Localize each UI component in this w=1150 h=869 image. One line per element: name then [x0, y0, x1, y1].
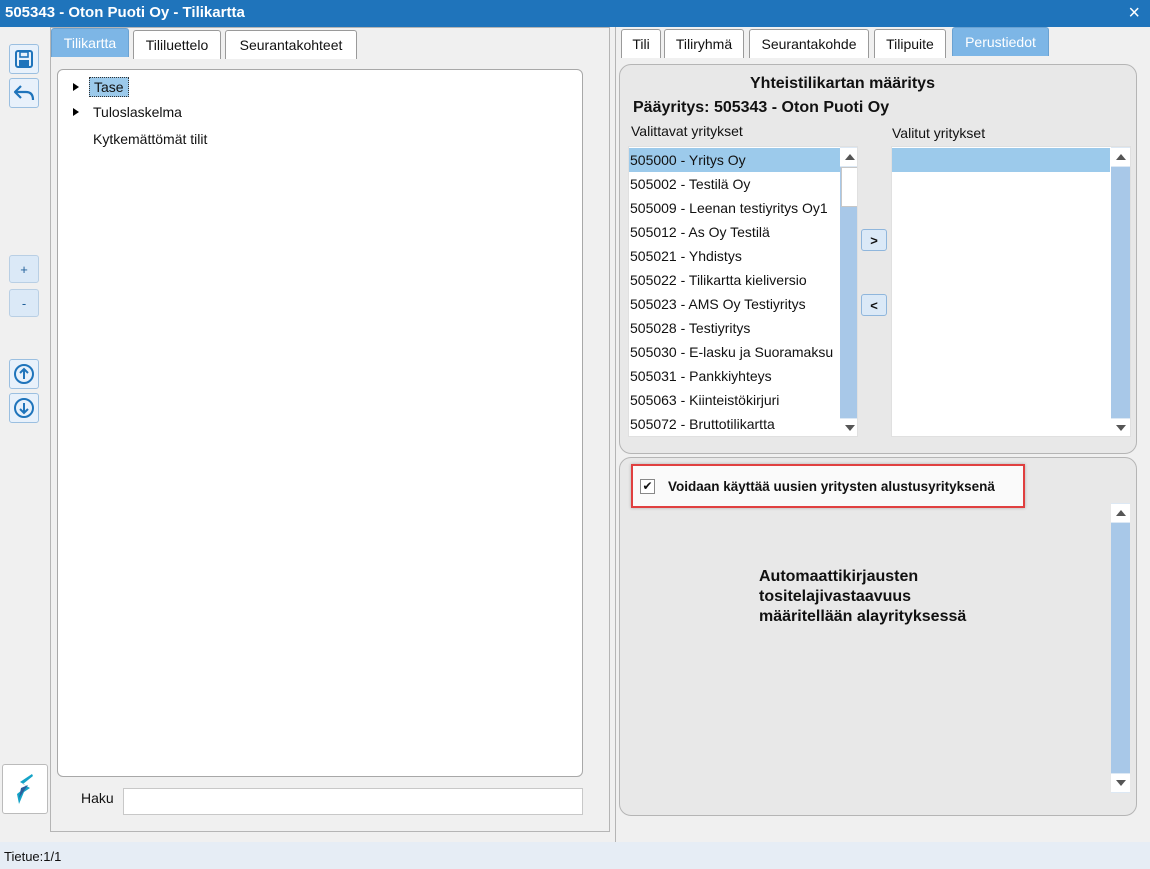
scroll-down-icon[interactable] — [840, 419, 857, 436]
account-tree-pane: Tilikartta Tililuettelo Seurantakohteet … — [50, 27, 610, 832]
settings-scrollbar[interactable] — [1111, 503, 1130, 793]
scroll-up-icon[interactable] — [1111, 148, 1130, 166]
init-company-checkbox[interactable]: ✔ — [640, 479, 655, 494]
collapse-button[interactable]: - — [9, 289, 39, 317]
scroll-down-icon[interactable] — [1111, 774, 1130, 792]
list-item[interactable] — [892, 148, 1110, 172]
available-list-scrollbar[interactable] — [840, 147, 857, 436]
arrow-up-circle-icon — [14, 364, 34, 384]
undo-button[interactable] — [9, 78, 39, 108]
init-company-checkbox-label: Voidaan käyttää uusien yritysten alustus… — [668, 479, 995, 494]
scroll-thumb[interactable] — [841, 167, 857, 207]
tab-tilikartta[interactable]: Tilikartta — [51, 28, 129, 57]
list-item[interactable]: 505030 - E-lasku ja Suoramaksu — [629, 340, 833, 364]
window-title: 505343 - Oton Puoti Oy - Tilikartta — [5, 4, 245, 21]
parent-company-label: Pääyritys: 505343 - Oton Puoti Oy — [633, 99, 890, 116]
tree-item-label: Kytkemättömät tilit — [93, 131, 208, 147]
available-companies-list[interactable]: 505000 - Yritys Oy 505002 - Testilä Oy 5… — [628, 146, 858, 437]
available-companies-label: Valittavat yritykset — [631, 123, 743, 139]
arrow-down-circle-icon — [14, 398, 34, 418]
tab-seurantakohde[interactable]: Seurantakohde — [749, 29, 869, 58]
list-item[interactable]: 505000 - Yritys Oy — [629, 148, 840, 172]
shared-chart-panel: Yhteistilikartan määritys Pääyritys: 505… — [619, 64, 1137, 454]
move-down-button[interactable] — [9, 393, 39, 423]
add-company-button[interactable]: > — [861, 229, 887, 251]
expand-arrow-icon[interactable] — [73, 83, 79, 91]
tree-item-tase[interactable]: Tase — [73, 77, 129, 97]
details-pane: Tili Tiliryhmä Seurantakohde Tilipuite P… — [615, 27, 1145, 842]
selected-companies-list[interactable] — [891, 146, 1131, 437]
list-item[interactable]: 505002 - Testilä Oy — [629, 172, 750, 196]
tab-tililuettelo[interactable]: Tililuettelo — [133, 30, 221, 59]
panel-heading: Yhteistilikartan määritys — [750, 75, 935, 92]
tree-item-label: Tuloslaskelma — [93, 104, 182, 120]
search-input[interactable] — [123, 788, 583, 815]
list-item[interactable]: 505028 - Testiyritys — [629, 316, 750, 340]
side-toolbar: + - — [0, 27, 50, 842]
app-logo[interactable] — [2, 764, 48, 814]
list-item[interactable]: 505063 - Kiinteistökirjuri — [629, 388, 779, 412]
tab-perustiedot[interactable]: Perustiedot — [952, 27, 1049, 56]
tree-item-label: Tase — [89, 77, 129, 97]
save-icon — [15, 50, 33, 68]
status-bar: Tietue:1/1 — [0, 842, 1150, 869]
tab-tilipuite[interactable]: Tilipuite — [874, 29, 946, 58]
close-icon[interactable]: × — [1128, 2, 1140, 24]
title-bar: 505343 - Oton Puoti Oy - Tilikartta × — [0, 0, 1150, 27]
selected-companies-label: Valitut yritykset — [892, 125, 986, 141]
list-item[interactable]: 505023 - AMS Oy Testiyritys — [629, 292, 806, 316]
settings-panel: ✔ Voidaan käyttää uusien yritysten alust… — [619, 457, 1137, 816]
list-item[interactable]: 505031 - Pankkiyhteys — [629, 364, 772, 388]
record-counter: Tietue:1/1 — [4, 849, 62, 864]
list-item[interactable]: 505009 - Leenan testiyritys Oy1 — [629, 196, 828, 220]
search-label: Haku — [81, 790, 114, 806]
expand-arrow-icon[interactable] — [73, 108, 79, 116]
tab-tiliryhma[interactable]: Tiliryhmä — [664, 29, 744, 58]
app-logo-icon — [17, 774, 33, 804]
tree-item-tuloslaskelma[interactable]: Tuloslaskelma — [73, 103, 186, 121]
scroll-up-icon[interactable] — [1111, 504, 1130, 522]
selected-list-scrollbar[interactable] — [1111, 147, 1130, 436]
tab-tili[interactable]: Tili — [621, 29, 661, 58]
expand-button[interactable]: + — [9, 255, 39, 283]
tab-seurantakohteet[interactable]: Seurantakohteet — [225, 30, 357, 59]
tree-item-kytkemattomat[interactable]: Kytkemättömät tilit — [73, 130, 211, 148]
scroll-down-icon[interactable] — [1111, 419, 1130, 436]
list-item[interactable]: 505021 - Yhdistys — [629, 244, 742, 268]
scroll-up-icon[interactable] — [840, 148, 857, 166]
undo-icon — [13, 85, 35, 101]
list-item[interactable]: 505012 - As Oy Testilä — [629, 220, 770, 244]
highlighted-option: ✔ Voidaan käyttää uusien yritysten alust… — [631, 464, 1025, 508]
list-item[interactable]: 505072 - Bruttotilikartta — [629, 412, 775, 436]
list-item[interactable]: 505022 - Tilikartta kieliversio — [629, 268, 807, 292]
move-up-button[interactable] — [9, 359, 39, 389]
remove-company-button[interactable]: < — [861, 294, 887, 316]
info-text: Automaattikirjausten tositelajivastaavuu… — [759, 568, 967, 625]
save-button[interactable] — [9, 44, 39, 74]
account-tree: Tase Tuloslaskelma Kytkemättömät tilit — [57, 69, 583, 777]
